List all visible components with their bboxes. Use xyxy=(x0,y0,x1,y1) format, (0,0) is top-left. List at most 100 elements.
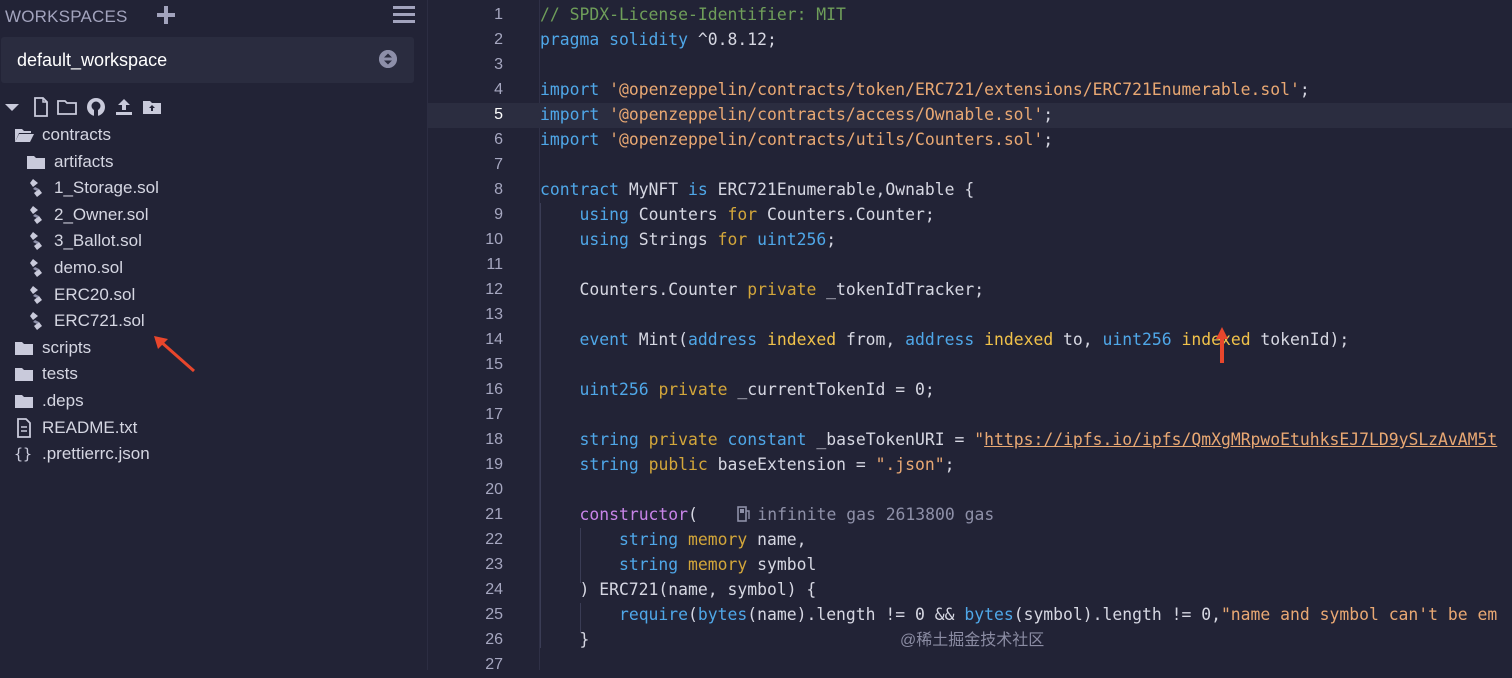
code-token: constructor xyxy=(579,505,689,524)
code-token: import xyxy=(540,130,600,149)
line-number: 26 xyxy=(485,631,503,648)
line-number: 25 xyxy=(485,606,503,623)
code-token: public xyxy=(648,455,708,474)
new-folder-icon[interactable] xyxy=(57,97,77,117)
code-token: uint256 xyxy=(1102,330,1172,349)
new-file-icon[interactable] xyxy=(31,97,51,117)
tree-item-label: artifacts xyxy=(54,151,114,171)
code-token: '@openzeppelin/contracts/access/Ownable.… xyxy=(609,105,1044,124)
plus-icon[interactable] xyxy=(155,4,177,26)
code-token: (name).length != 0 && xyxy=(747,605,965,624)
code-line: 18 string private constant _baseTokenURI… xyxy=(428,428,1512,453)
code-line: 12 Counters.Counter private _tokenIdTrac… xyxy=(428,278,1512,303)
code-text: contract MyNFT is ERC721Enumerable,Ownab… xyxy=(540,180,974,199)
annotation-up-arrow-icon xyxy=(1216,327,1228,363)
code-text: ) ERC721(name, symbol) { xyxy=(540,580,816,599)
code-token: memory xyxy=(688,530,748,549)
code-token: uint256 xyxy=(579,380,649,399)
code-token: require xyxy=(618,605,689,624)
code-token: constant xyxy=(727,430,807,449)
line-number: 17 xyxy=(485,406,503,423)
workspace-select[interactable]: default_workspace xyxy=(1,37,414,83)
code-text: require(bytes(name).length != 0 && bytes… xyxy=(540,605,1497,624)
tree-item-label: .deps xyxy=(42,391,84,410)
tree-item-label: contracts xyxy=(42,125,111,144)
solidity-file-icon xyxy=(30,232,42,251)
code-token: to, xyxy=(1053,330,1103,349)
code-editor[interactable]: 1 // SPDX-License-Identifier: MIT 2 pragma … xyxy=(428,0,1512,673)
hamburger-menu-icon[interactable] xyxy=(392,4,416,26)
line-number: 10 xyxy=(485,231,503,248)
code-token: string xyxy=(579,430,639,449)
code-token: indexed xyxy=(767,330,837,349)
code-token: using xyxy=(579,205,629,224)
code-text: import '@openzeppelin/contracts/token/ER… xyxy=(540,80,1310,99)
json-file-icon: {} xyxy=(14,445,32,463)
file-explorer-panel: WORKSPACES default_workspace contracts a… xyxy=(0,0,428,670)
tree-item-label: tests xyxy=(42,364,78,384)
code-token: '@openzeppelin/contracts/token/ERC721/ex… xyxy=(609,80,1300,99)
code-line: 21 constructor( infinite gas 2613800 gas xyxy=(428,503,1512,528)
code-line: 9 using Counters for Counters.Counter; xyxy=(428,203,1512,228)
code-token: name, xyxy=(747,530,807,549)
code-text: string public baseExtension = ".json"; xyxy=(540,455,954,474)
svg-text:{}: {} xyxy=(14,445,32,463)
solidity-file-icon xyxy=(30,285,42,304)
code-token: using xyxy=(579,230,629,249)
github-icon[interactable] xyxy=(86,97,106,117)
code-line: 1 // SPDX-License-Identifier: MIT xyxy=(428,3,1512,28)
code-token: ) ERC721(name, symbol) { xyxy=(540,580,817,599)
folder-open-icon xyxy=(15,129,34,142)
code-token: string xyxy=(618,530,679,549)
solidity-file-icon xyxy=(30,259,42,277)
code-line: 27 xyxy=(428,653,1512,678)
line-number: 11 xyxy=(486,256,503,273)
tree-item-label: .prettierrc.json xyxy=(42,444,150,464)
line-number: 4 xyxy=(494,81,503,98)
code-token: baseExtension = xyxy=(707,455,876,474)
line-number: 22 xyxy=(485,531,503,548)
indent-guide xyxy=(540,203,541,648)
code-token: for xyxy=(717,230,748,249)
tree-item-label: 1_Storage.sol xyxy=(54,178,159,198)
line-number: 19 xyxy=(485,456,503,473)
code-token: _baseTokenURI = xyxy=(806,430,975,449)
code-line: 22 string memory name, xyxy=(428,528,1512,553)
upload-icon[interactable] xyxy=(114,97,134,117)
code-token: private xyxy=(658,380,728,399)
line-number: 23 xyxy=(485,556,503,573)
annotation-arrow-icon xyxy=(154,336,195,373)
code-token: pragma solidity xyxy=(540,30,689,49)
code-token: bytes xyxy=(964,605,1014,624)
code-token: event xyxy=(579,330,629,349)
code-token: private xyxy=(648,430,718,449)
indent-guide xyxy=(580,528,581,583)
code-text: uint256 private _currentTokenId = 0; xyxy=(540,380,934,399)
code-line: 14 event Mint(address indexed from, addr… xyxy=(428,328,1512,353)
tree-item-label: scripts xyxy=(42,337,92,357)
code-token: import xyxy=(540,80,600,99)
code-token: from, xyxy=(836,330,906,349)
line-number: 7 xyxy=(494,156,503,173)
code-token: ( xyxy=(688,605,698,624)
folder-icon xyxy=(27,155,45,169)
code-token: Mint( xyxy=(628,330,689,349)
code-token: ERC721Enumerable,Ownable { xyxy=(707,180,975,199)
code-line: 3 xyxy=(428,53,1512,78)
import-folder-icon[interactable] xyxy=(142,97,162,117)
code-line: 5 import '@openzeppelin/contracts/access/… xyxy=(428,103,1512,128)
code-text: Counters.Counter private _tokenIdTracker… xyxy=(540,280,984,299)
code-line: 8 contract MyNFT is ERC721Enumerable,Owna… xyxy=(428,178,1512,203)
code-token: Strings xyxy=(628,230,718,249)
code-token: ; xyxy=(1299,80,1310,99)
folder-icon xyxy=(15,368,33,382)
caret-down-icon[interactable] xyxy=(2,97,22,117)
